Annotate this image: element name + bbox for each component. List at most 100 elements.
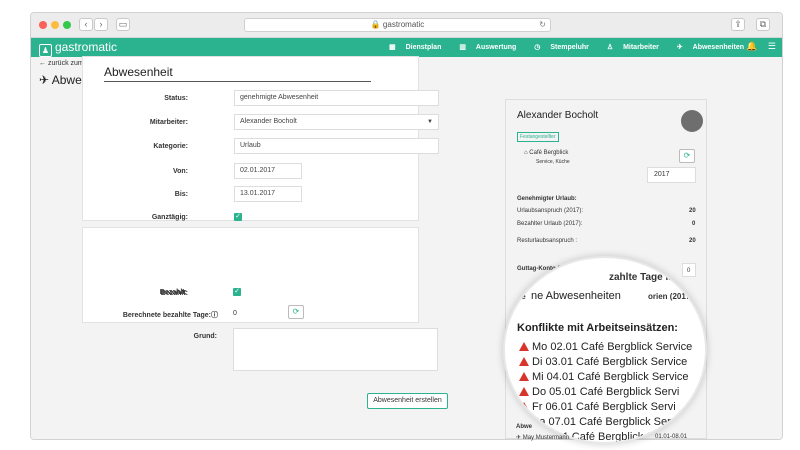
grid-icon: ▦ <box>388 44 396 51</box>
allday-label: Ganztägig: <box>151 214 188 221</box>
avatar <box>681 110 703 132</box>
conflict-text: Fr 06.01 Café Bergblick Servi <box>532 401 676 413</box>
magnified-partial-left: Ge <box>515 292 526 301</box>
employee-label: Mitarbeiter: <box>149 119 188 126</box>
nav-label: Auswertung <box>475 44 517 51</box>
claim-label: Urlaubsanspruch (2017): <box>517 208 584 214</box>
paid-days-label-text: Berechnete bezahlte Tage: <box>122 312 211 319</box>
browser-chrome: ‹ › ▭ 🔒 gastromatic ↻ ⇪ ⧉ <box>31 13 782 38</box>
nav-stempeluhr[interactable]: ◷ Stempeluhr <box>526 44 589 51</box>
traveler-icon: ✈ <box>676 44 683 51</box>
nav-label: Stempeluhr <box>550 44 589 51</box>
to-label: Bis: <box>174 191 188 198</box>
status-label: Status: <box>164 95 188 102</box>
category-label: Kategorie: <box>153 143 188 150</box>
reload-icon[interactable]: ↻ <box>539 19 546 31</box>
back-icon[interactable]: ‹ <box>79 18 93 31</box>
warning-icon <box>519 387 529 396</box>
employee-value: Alexander Bocholt <box>240 118 297 125</box>
from-date-field[interactable]: 02.01.2017 <box>234 163 302 179</box>
conflict-text: Mo 02.01 Café Bergblick Service <box>532 341 693 353</box>
magnified-partial-right: orien (2017): <box>648 292 696 301</box>
refresh-icon[interactable]: ⟳ <box>288 305 304 319</box>
address-bar[interactable]: 🔒 gastromatic ↻ <box>244 18 551 32</box>
absence-entry: ✈ May Mustermann <box>516 434 569 441</box>
absence-form-card: Abwesenheit Status: genehmigte Abwesenhe… <box>82 56 439 221</box>
employee-select[interactable]: Alexander Bocholt ▼ <box>234 114 439 130</box>
paid-label: Bezahlt: <box>159 289 187 296</box>
header-icons: 🔔 ☰ <box>746 41 776 52</box>
status-field[interactable]: genehmigte Abwesenheit <box>234 90 439 106</box>
conflict-item: Di 03.01 Café Bergblick Service <box>519 355 692 370</box>
employment-badge: Festangestellter <box>517 132 559 142</box>
absences-title: ne Abwesenheiten <box>531 290 621 302</box>
employee-name: Alexander Bocholt <box>517 110 599 121</box>
logo-icon: ♟ <box>39 44 52 57</box>
clock-icon: ◷ <box>534 44 541 51</box>
reason-textarea[interactable] <box>233 328 438 371</box>
submit-button[interactable]: Abwesenheit erstellen <box>367 393 448 409</box>
address-text: gastromatic <box>382 20 425 29</box>
home-icon: ⌂ <box>524 150 528 156</box>
year-field[interactable]: 2017 <box>647 167 696 183</box>
conflict-text: Sa 07.01 Café Bergblick Servi <box>532 416 679 428</box>
dropdown-caret-icon: ▼ <box>427 119 433 125</box>
maximize-window-button[interactable] <box>63 21 71 29</box>
warning-icon <box>519 372 529 381</box>
allday-checkbox[interactable]: ✓ <box>234 213 242 221</box>
bell-icon[interactable]: 🔔 <box>746 41 757 51</box>
from-label: Von: <box>172 168 188 175</box>
conflict-text: Do 05.01 Café Bergblick Servi <box>532 386 680 398</box>
conflict-text: Di 03.01 Café Bergblick Service <box>532 356 688 368</box>
warning-icon <box>519 342 529 351</box>
conflict-text: Mi 04.01 Café Bergblick Service <box>532 371 689 383</box>
info-icon[interactable]: ⓘ <box>211 312 218 319</box>
paid-days-label: Berechnete bezahlte Tage:ⓘ <box>82 310 218 320</box>
traveler-icon: ✈ <box>39 73 50 87</box>
warning-icon <box>519 357 529 366</box>
person-icon: ♙ <box>606 44 614 51</box>
nav-label: Mitarbeiter <box>623 44 659 51</box>
tabs-icon[interactable]: ⧉ <box>756 18 770 31</box>
chart-icon: ▥ <box>459 44 466 51</box>
conflict-item: Sa 07.01 Café Bergblick Servi <box>519 415 692 430</box>
traveler-icon: ✈ <box>516 435 522 441</box>
conflicts-title: Konflikte mit Arbeitseinsätzen: <box>517 322 678 334</box>
nav-abwesenheiten[interactable]: ✈ Abwesenheiten <box>669 44 744 51</box>
minimize-window-button[interactable] <box>51 21 59 29</box>
conflict-item: Fr 06.01 Café Bergblick Servi <box>519 400 692 415</box>
refresh-icon[interactable]: ⟳ <box>679 149 695 163</box>
arrow-left-icon: ← <box>39 60 46 67</box>
nav-dienstplan[interactable]: ▦ Dienstplan <box>381 44 441 51</box>
paid-vacation-value: 0 <box>692 221 696 227</box>
nav-mitarbeiter[interactable]: ♙ Mitarbeiter <box>599 44 659 51</box>
share-icon[interactable]: ⇪ <box>731 18 745 31</box>
top-navigation: ▦ Dienstplan ▥ Auswertung ◷ Stempeluhr ♙… <box>373 42 744 53</box>
nav-auswertung[interactable]: ▥ Auswertung <box>451 44 516 51</box>
rest-value: 20 <box>689 238 696 244</box>
payment-card: Bezahlt: <box>82 227 419 323</box>
close-window-button[interactable] <box>39 21 47 29</box>
conflict-item: Do 05.01 Café Bergblick Servi <box>519 385 692 400</box>
conflict-item: Mi 04.01 Café Bergblick Service <box>519 370 692 385</box>
logo-text: gastromatic <box>55 40 118 54</box>
form-heading: Abwesenheit <box>104 65 371 82</box>
location-name: Café Bergblick <box>529 150 569 156</box>
menu-icon[interactable]: ☰ <box>768 41 776 51</box>
paid-vacation-label: Bezahlter Urlaub (2017): <box>517 221 583 227</box>
absence-date: 01.01-08.01 <box>655 434 688 440</box>
magnified-partial-text: zahlte Tage in <box>609 272 675 283</box>
category-field[interactable]: Urlaub <box>234 138 439 154</box>
nav-label: Abwesenheiten <box>692 44 744 51</box>
app-logo[interactable]: ♟ gastromatic <box>39 40 117 57</box>
sidebar-toggle-icon[interactable]: ▭ <box>116 18 130 31</box>
paid-days-value: 0 <box>233 310 237 317</box>
forward-icon[interactable]: › <box>94 18 108 31</box>
location: ⌂ Café Bergblick <box>524 150 568 156</box>
reason-label: Grund: <box>193 333 217 340</box>
to-date-field[interactable]: 13.01.2017 <box>234 186 302 202</box>
absences-partial-label: Abwe <box>516 424 533 430</box>
app-header: ♟ gastromatic ▦ Dienstplan ▥ Auswertung ◷… <box>31 38 782 57</box>
nav-label: Dienstplan <box>405 44 442 51</box>
paid-checkbox[interactable]: ✓ <box>233 288 241 296</box>
